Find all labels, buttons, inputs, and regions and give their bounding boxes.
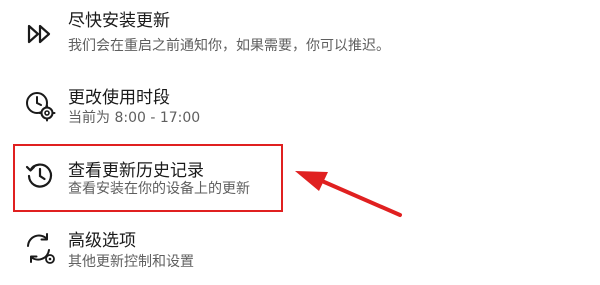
install-updates-asap-item[interactable]: 尽快安装更新 我们会在重启之前通知你，如果需要，你可以推迟。 <box>0 0 600 60</box>
view-update-history-item[interactable]: 查看更新历史记录 查看安装在你的设备上的更新 <box>0 150 600 210</box>
item-title: 更改使用时段 <box>68 88 170 108</box>
item-title: 尽快安装更新 <box>68 11 170 31</box>
change-active-hours-item[interactable]: 更改使用时段 当前为 8:00 - 17:00 <box>0 80 600 140</box>
advanced-options-item[interactable]: 高级选项 其他更新控制和设置 <box>0 225 600 285</box>
clock-gear-icon <box>22 88 58 124</box>
item-description: 其他更新控制和设置 <box>68 254 194 270</box>
history-icon <box>22 158 58 194</box>
item-description: 当前为 8:00 - 17:00 <box>68 110 201 126</box>
sync-gear-icon <box>22 230 58 266</box>
item-description: 我们会在重启之前通知你，如果需要，你可以推迟。 <box>68 38 390 54</box>
item-title: 高级选项 <box>68 231 136 251</box>
fast-forward-icon <box>22 16 58 52</box>
item-description: 查看安装在你的设备上的更新 <box>68 181 250 197</box>
